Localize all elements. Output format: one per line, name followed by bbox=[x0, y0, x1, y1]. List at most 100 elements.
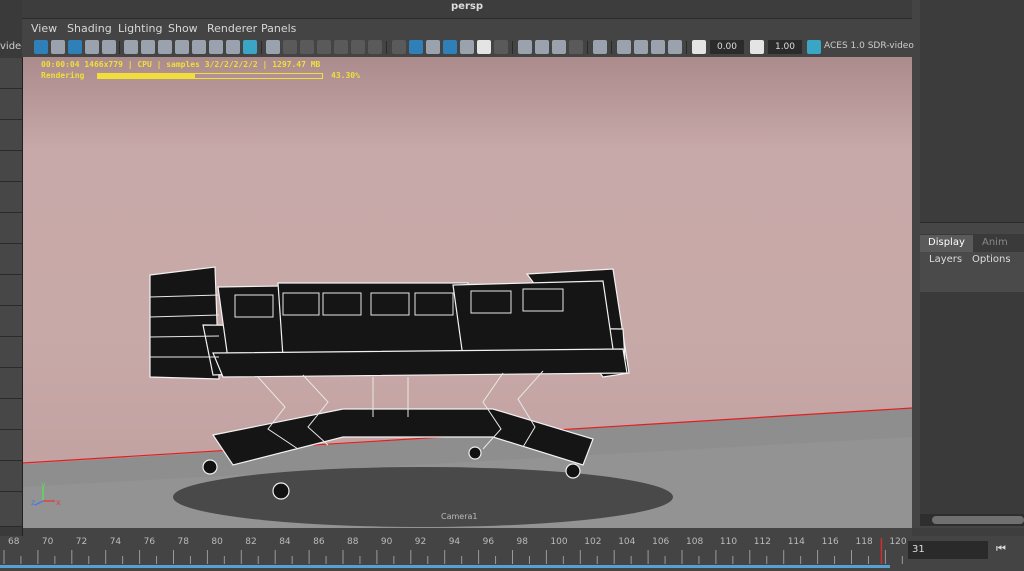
render-viewport[interactable]: 00:00:04 1466x779 | CPU | samples 3/2/2/… bbox=[23, 57, 912, 528]
field-chart-toggle-icon[interactable] bbox=[334, 40, 348, 54]
left-panel-cell[interactable] bbox=[0, 399, 22, 430]
timeline-frame-label: 120 bbox=[889, 537, 907, 547]
multisample-aa-icon[interactable] bbox=[552, 40, 566, 54]
timeline-frame-label: 100 bbox=[550, 537, 568, 547]
gate-mask-toggle-icon[interactable] bbox=[317, 40, 331, 54]
resolution-gate-icon[interactable] bbox=[141, 40, 155, 54]
bookmark-icon[interactable] bbox=[68, 40, 82, 54]
timeline-frame-label: 106 bbox=[652, 537, 670, 547]
toolbar-separator bbox=[512, 41, 513, 54]
xray-joints-icon[interactable] bbox=[651, 40, 665, 54]
color-management-icon[interactable] bbox=[807, 40, 821, 54]
toolbar-separator bbox=[386, 41, 387, 54]
left-panel-cell[interactable] bbox=[0, 89, 22, 120]
grid-icon[interactable] bbox=[266, 40, 280, 54]
motion-blur-icon[interactable] bbox=[535, 40, 549, 54]
grease-pencil-icon[interactable] bbox=[102, 40, 116, 54]
timeline-frame-label: 72 bbox=[75, 537, 88, 547]
viewport-toolbar: 0.00 1.00 ACES 1.0 SDR-video bbox=[22, 38, 914, 58]
camera-attributes-icon[interactable] bbox=[51, 40, 65, 54]
left-panel-cell[interactable] bbox=[0, 182, 22, 213]
image-plane-icon[interactable] bbox=[85, 40, 99, 54]
menu-options[interactable]: Options bbox=[972, 254, 1011, 265]
left-panel-cell[interactable] bbox=[0, 151, 22, 182]
toolbar-separator bbox=[611, 41, 612, 54]
timeline-frame-label: 78 bbox=[177, 537, 189, 547]
safe-action-toggle-icon[interactable] bbox=[351, 40, 365, 54]
gate-mask-icon[interactable] bbox=[158, 40, 172, 54]
menu-layers[interactable]: Layers bbox=[929, 254, 962, 265]
menu-view[interactable]: View bbox=[31, 22, 57, 35]
timeline-frame-label: 68 bbox=[8, 537, 20, 547]
render-stats: 00:00:04 1466x779 | CPU | samples 3/2/2/… bbox=[41, 60, 321, 69]
menu-lighting[interactable]: Lighting bbox=[118, 22, 162, 35]
select-camera-icon[interactable] bbox=[34, 40, 48, 54]
textured-icon[interactable] bbox=[460, 40, 474, 54]
left-panel-cell[interactable] bbox=[0, 461, 22, 492]
grease-pencil-tool-icon[interactable] bbox=[243, 40, 257, 54]
left-panel-cell[interactable] bbox=[0, 492, 22, 527]
menu-show[interactable]: Show bbox=[168, 22, 198, 35]
timeline-frame-label: 114 bbox=[787, 537, 805, 547]
left-panel-cell[interactable] bbox=[0, 368, 22, 399]
tab-display[interactable]: Display bbox=[920, 235, 973, 252]
left-panel-cell[interactable] bbox=[0, 306, 22, 337]
timeline-frame-label: 98 bbox=[516, 537, 528, 547]
viewport-menu-bar: View Shading Lighting Show Renderer Pane… bbox=[22, 19, 912, 38]
screen-space-ao-icon[interactable] bbox=[518, 40, 532, 54]
safe-title-icon[interactable] bbox=[209, 40, 223, 54]
timeline-frame-label: 90 bbox=[380, 537, 393, 547]
left-panel-cell[interactable] bbox=[0, 275, 22, 306]
menu-panels[interactable]: Panels bbox=[261, 22, 296, 35]
viewport-title: persp bbox=[451, 1, 483, 12]
layer-list-scrollbar[interactable] bbox=[920, 514, 1024, 526]
timeline-frame-label: 108 bbox=[686, 537, 704, 547]
backface-culling-icon[interactable] bbox=[668, 40, 682, 54]
default-material-icon[interactable] bbox=[443, 40, 457, 54]
smooth-shade-icon[interactable] bbox=[409, 40, 423, 54]
film-gate-icon[interactable] bbox=[124, 40, 138, 54]
left-panel-cell[interactable] bbox=[0, 213, 22, 244]
current-frame-field[interactable]: 31 bbox=[908, 541, 988, 559]
gamma-field[interactable]: 1.00 bbox=[768, 40, 802, 54]
time-slider[interactable]: 68 70 72 74 76 78 80 82 84 86 88 90 92 94 96 98 100 102 10… bbox=[0, 536, 907, 571]
xray-active-icon[interactable] bbox=[634, 40, 648, 54]
axis-z-label: z bbox=[31, 498, 35, 507]
scrollbar-thumb[interactable] bbox=[932, 516, 1024, 524]
left-panel-cell[interactable] bbox=[0, 430, 22, 461]
xray-icon[interactable] bbox=[617, 40, 631, 54]
menu-shading[interactable]: Shading bbox=[67, 22, 112, 35]
shaded-wireframe-icon[interactable] bbox=[426, 40, 440, 54]
isolate-select-icon[interactable] bbox=[593, 40, 607, 54]
toolbar-separator bbox=[686, 41, 687, 54]
gamma-icon[interactable] bbox=[750, 40, 764, 54]
render-progress-bar bbox=[97, 73, 323, 79]
shadows-icon[interactable] bbox=[494, 40, 508, 54]
layer-editor-tabs: Display Anim bbox=[920, 234, 1024, 252]
depth-of-field-icon[interactable] bbox=[569, 40, 583, 54]
timeline-frame-label: 96 bbox=[482, 537, 495, 547]
left-panel-cell[interactable] bbox=[0, 120, 22, 151]
timeline-frame-label: 92 bbox=[414, 537, 427, 547]
left-panel-cell[interactable] bbox=[0, 244, 22, 275]
pan-zoom-icon[interactable] bbox=[226, 40, 240, 54]
use-all-lights-icon[interactable] bbox=[477, 40, 491, 54]
tab-anim[interactable]: Anim bbox=[974, 235, 1016, 252]
toolbar-separator bbox=[587, 41, 588, 54]
menu-renderer[interactable]: Renderer bbox=[207, 22, 257, 35]
exposure-field[interactable]: 0.00 bbox=[710, 40, 744, 54]
wireframe-icon[interactable] bbox=[392, 40, 406, 54]
go-to-start-icon[interactable]: ⏮ bbox=[996, 542, 1006, 556]
film-gate-toggle-icon[interactable] bbox=[283, 40, 297, 54]
safe-action-icon[interactable] bbox=[192, 40, 206, 54]
resolution-toggle-icon[interactable] bbox=[300, 40, 314, 54]
left-panel-cell[interactable] bbox=[0, 337, 22, 368]
safe-title-toggle-icon[interactable] bbox=[368, 40, 382, 54]
color-space-dropdown[interactable]: ACES 1.0 SDR-video bbox=[824, 41, 914, 51]
field-chart-icon[interactable] bbox=[175, 40, 189, 54]
hospital-bed-model bbox=[149, 266, 630, 500]
exposure-icon[interactable] bbox=[692, 40, 706, 54]
render-progress-fill bbox=[98, 74, 195, 78]
left-panel-cell[interactable] bbox=[0, 58, 22, 89]
timeline-frame-label: 84 bbox=[279, 537, 291, 547]
